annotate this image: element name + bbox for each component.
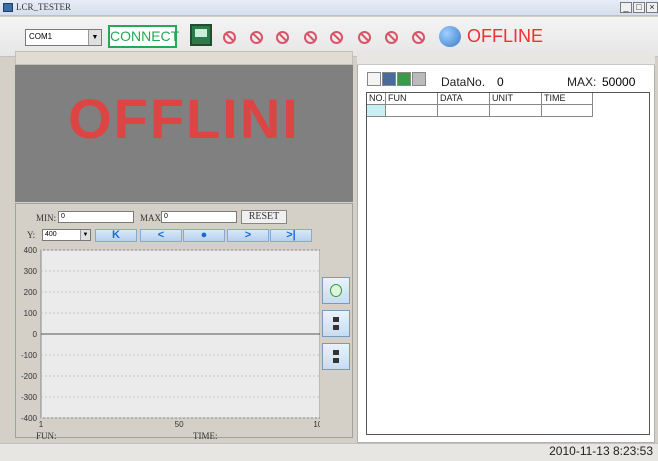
indicator-icon: [250, 31, 263, 44]
table-cell[interactable]: [386, 105, 438, 117]
y-scale-select[interactable]: 400 ▼: [42, 229, 91, 241]
window-title: LCR_TESTER: [16, 2, 72, 12]
reset-button[interactable]: RESET: [241, 210, 287, 224]
close-button[interactable]: ×: [646, 2, 658, 13]
maximize-button[interactable]: □: [633, 2, 645, 13]
indicator-icon: [330, 31, 343, 44]
indicator-icon: [223, 31, 236, 44]
max-input[interactable]: 0: [161, 211, 237, 223]
column-header-data[interactable]: DATA: [438, 93, 490, 105]
column-header-no[interactable]: NO.: [367, 93, 386, 105]
scroll-up-button[interactable]: [322, 310, 350, 337]
column-header-fun[interactable]: FUN: [386, 93, 438, 105]
connect-button[interactable]: CONNECT: [108, 25, 179, 48]
y-tick-label: -200: [21, 372, 38, 381]
y-tick-label: 0: [33, 330, 38, 339]
x-tick-labels: 1 50 100: [39, 420, 320, 429]
y-tick-label: -100: [21, 351, 38, 360]
dot-icon: ●: [200, 229, 208, 241]
save-icon[interactable]: [382, 72, 396, 86]
last-page-button[interactable]: >|: [270, 229, 312, 242]
display-readout: OFFLINI: [68, 87, 300, 150]
data-no-label: DataNo.: [441, 75, 486, 89]
skip-end-icon: >|: [286, 229, 296, 241]
fun-label: FUN:: [36, 431, 57, 441]
next-button[interactable]: >: [227, 229, 269, 242]
indicator-icon: [358, 31, 371, 44]
skip-start-icon: K: [112, 229, 120, 241]
y-tick-label: 100: [24, 309, 38, 318]
chevron-right-icon: >: [244, 229, 252, 241]
y-tick-label: -400: [21, 414, 38, 423]
new-file-icon[interactable]: [367, 72, 381, 86]
y-tick-label: 200: [24, 288, 38, 297]
port-select-value: COM1: [29, 32, 53, 41]
trend-chart[interactable]: 400 300 200 100 0 -100 -200 -300 -400 1 50 100: [15, 245, 320, 430]
column-header-time[interactable]: TIME: [542, 93, 593, 105]
previous-button[interactable]: <: [140, 229, 182, 242]
x-tick-label: 1: [39, 420, 44, 429]
zoom-in-icon: [330, 284, 342, 297]
app-icon: [3, 3, 13, 12]
data-no-value: 0: [497, 75, 504, 89]
y-tick-label: 300: [24, 267, 38, 276]
connection-status: OFFLINE: [467, 26, 544, 46]
title-bar: [0, 0, 658, 16]
max-count-value: 50000: [602, 75, 636, 89]
chevron-down-icon[interactable]: ▼: [80, 230, 90, 240]
display-header-strip: [15, 51, 353, 65]
time-label: TIME:: [193, 431, 218, 441]
minimize-button[interactable]: _: [620, 2, 632, 13]
data-table[interactable]: [366, 92, 650, 435]
y-tick-label: -300: [21, 393, 38, 402]
data-panel-header-strip: [357, 51, 655, 65]
port-select[interactable]: COM1 ▼: [25, 29, 102, 46]
datetime-display: 2010-11-13 8:23:53: [549, 444, 653, 458]
y-label: Y:: [27, 230, 36, 240]
indicator-icon: [412, 31, 425, 44]
min-label: MIN:: [36, 213, 56, 223]
scroll-down-button[interactable]: [322, 343, 350, 370]
indicator-icon: [304, 31, 317, 44]
table-cell[interactable]: [542, 105, 593, 117]
excel-export-icon[interactable]: [397, 72, 411, 86]
first-page-button[interactable]: K: [95, 229, 137, 242]
table-row-selector[interactable]: [367, 105, 386, 117]
x-tick-label: 100: [313, 420, 320, 429]
y-tick-labels: 400 300 200 100 0 -100 -200 -300 -400: [21, 246, 38, 423]
y-scale-value: 400: [45, 231, 57, 238]
y-tick-label: 400: [24, 246, 38, 255]
table-cell[interactable]: [438, 105, 490, 117]
indicator-icon: [276, 31, 289, 44]
max-label: MAX:: [140, 213, 164, 223]
max-count-label: MAX:: [567, 75, 597, 89]
zoom-in-button[interactable]: [322, 277, 350, 304]
arrows-down-icon: [330, 350, 342, 363]
arrows-up-icon: [330, 317, 342, 330]
x-tick-label: 50: [175, 420, 184, 429]
print-icon[interactable]: [412, 72, 426, 86]
indicator-icon: [385, 31, 398, 44]
computer-status-icon: [439, 26, 461, 47]
min-input[interactable]: 0: [58, 211, 134, 223]
table-cell[interactable]: [490, 105, 542, 117]
device-icon[interactable]: [190, 24, 212, 46]
column-header-unit[interactable]: UNIT: [490, 93, 542, 105]
center-button[interactable]: ●: [183, 229, 225, 242]
chevron-left-icon: <: [157, 229, 165, 241]
chevron-down-icon[interactable]: ▼: [88, 30, 101, 45]
